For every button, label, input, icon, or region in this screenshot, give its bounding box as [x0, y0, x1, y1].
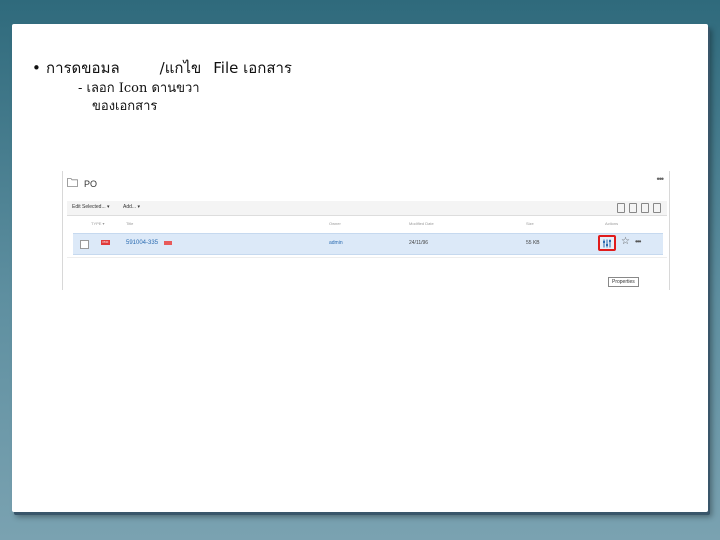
column-header-actions: Actions: [605, 221, 619, 226]
file-title-link[interactable]: 591004-335: [126, 240, 158, 246]
gear-icon[interactable]: [617, 203, 625, 213]
properties-tooltip: Properties: [608, 277, 639, 287]
sub-bullet-line-2: ของเอกสาร: [92, 99, 158, 114]
folder-name: PO: [84, 179, 98, 189]
add-dropdown[interactable]: Add... ▾: [123, 204, 140, 210]
column-header-size[interactable]: Size: [526, 221, 534, 226]
title-part-1: การดขอมล: [46, 59, 120, 77]
new-badge: [164, 241, 172, 245]
file-size: 55 KB: [526, 240, 540, 246]
document-list-screenshot: PO ••• Edit Selected... ▾ Add... ▾ TYPE …: [62, 171, 670, 290]
column-header-modified[interactable]: Modified Date: [409, 221, 434, 226]
grid-view-icon[interactable]: [641, 203, 649, 213]
divider: [67, 257, 667, 258]
pdf-file-icon: PDF: [101, 240, 110, 245]
column-header-title[interactable]: Title: [126, 221, 133, 226]
owner-link[interactable]: admin: [329, 240, 343, 246]
folder-icon: [67, 178, 78, 187]
table-row[interactable]: PDF 591004-335 admin 24/11/96 55 KB ☆ ••…: [73, 233, 663, 255]
folder-more-button[interactable]: •••: [657, 174, 665, 184]
toolbar: Edit Selected... ▾ Add... ▾: [67, 201, 667, 216]
column-header-owner[interactable]: Owner: [329, 221, 341, 226]
title-part-3: File เอกสาร: [213, 59, 292, 77]
column-view-icon[interactable]: [653, 203, 661, 213]
title-part-2: /แกไข: [159, 59, 202, 77]
view-options: [617, 203, 661, 213]
row-checkbox[interactable]: [80, 240, 89, 249]
list-view-icon[interactable]: [629, 203, 637, 213]
column-header-type[interactable]: TYPE ▾: [91, 221, 105, 226]
modified-date: 24/11/96: [409, 240, 429, 246]
slide: • การดขอมล/แกไข File เอกสาร - เลอก Icon ดา…: [12, 24, 708, 512]
bullet-dot: •: [32, 59, 41, 77]
sliders-icon: [603, 239, 611, 248]
properties-button[interactable]: [598, 235, 616, 251]
favorite-star-icon[interactable]: ☆: [621, 236, 630, 247]
row-more-button[interactable]: •••: [635, 237, 641, 246]
edit-selected-dropdown[interactable]: Edit Selected... ▾: [72, 204, 110, 210]
table-header: TYPE ▾ Title Owner Modified Date Size Ac…: [73, 219, 663, 229]
